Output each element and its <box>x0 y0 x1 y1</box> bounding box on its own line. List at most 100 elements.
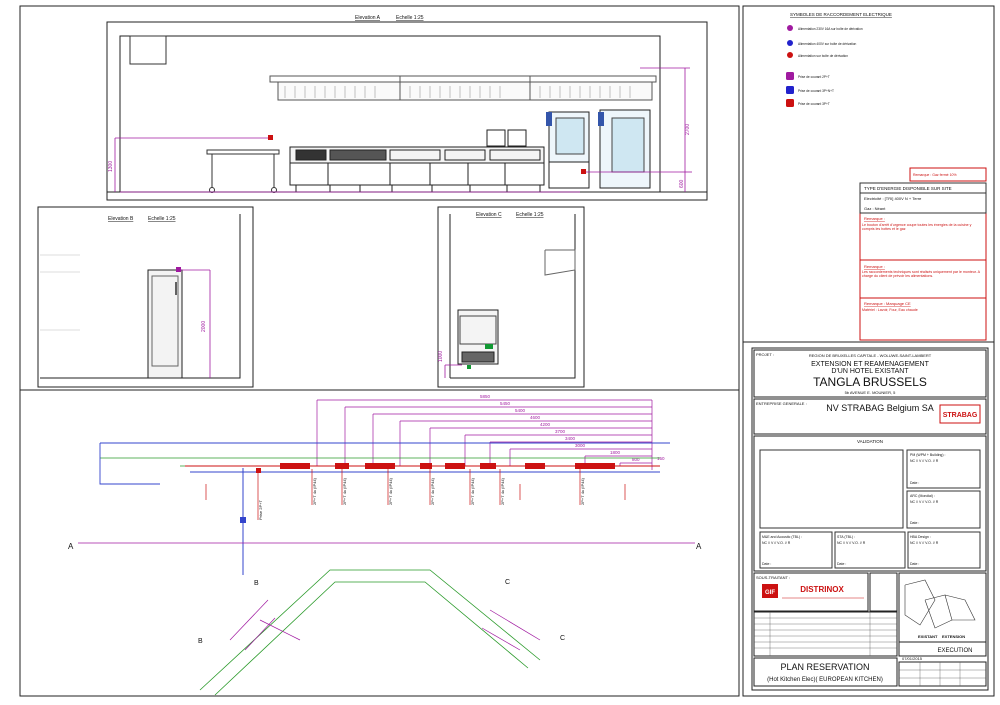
legend-item-4: Prise de courant 2P+T <box>798 75 830 79</box>
plan-outlet-label-7: 2P+T 4x (IP44) <box>500 477 505 505</box>
energy-line-1: Electricité : [TRI] 400V N + Terre <box>864 196 922 201</box>
elevation-b: Elevation B Echelle 1:25 2000 <box>37 206 254 388</box>
stamp-hba-codes: NC // V // V.O. // R <box>910 541 939 545</box>
section-b-marker-2: B <box>198 638 203 645</box>
legend-item-5: Prise de courant 3P+N+T <box>798 89 834 93</box>
strabag-logo-text: STRABAG <box>943 412 978 419</box>
stamp-pm-date: Date : <box>910 481 919 485</box>
stamp-sta-codes: NC // V // V.O. // R <box>837 541 866 545</box>
elevation-b-title: Elevation B <box>108 216 134 222</box>
legend-item-2: Alimentation 400V sur boîte de dérivatio… <box>798 42 857 46</box>
plan-dim-11: 150 <box>657 456 665 461</box>
stamp-pm-codes: NC // V // V.O. // R <box>910 459 939 463</box>
section-b-marker-1: B <box>254 580 259 587</box>
company-name: NV STRABAG Belgium SA <box>826 403 934 413</box>
elevation-c-title: Elevation C <box>476 212 502 218</box>
document-date: 07/01/2015 <box>902 656 923 661</box>
plan-outlet-label-4: 2P+T 4x (IP44) <box>388 477 393 505</box>
legend-item-6: Prise de courant 3P+T <box>798 102 830 106</box>
distrinox-logo: DISTRINOX <box>800 585 844 594</box>
stamp-hba-date: Date : <box>910 562 919 566</box>
plan-outlet-label-8: 2P+T 4x (IP44) <box>580 477 585 505</box>
elevation-c-dim: 1000 <box>438 351 444 362</box>
drawing-sheet: Elevation A Echelle 1:25 1300 2700 600 E… <box>19 5 995 697</box>
stamp-me-date: Date : <box>762 562 771 566</box>
elevation-b-dim: 2000 <box>201 321 207 332</box>
stamp-sta-date: Date : <box>837 562 846 566</box>
stamp-pm: PM (WPM + Building) : <box>910 453 946 457</box>
legend-item-3: Alimentation sur boîte de dérivation <box>798 54 848 58</box>
project-line-1: EXTENSION ET REAMENAGEMENT <box>811 361 929 368</box>
plan-title: PLAN RESERVATION <box>780 662 869 672</box>
section-a-left: A <box>68 542 74 551</box>
legend-item-1: Alimentation 230V 16A sur boîte de dériv… <box>798 27 863 31</box>
key-plan-existant: EXISTANT <box>918 634 938 639</box>
stamp-arc-codes: NC // V // V.O. // R <box>910 500 939 504</box>
plan-dim-8: 3000 <box>575 443 586 448</box>
plan-dim-9: 1800 <box>610 450 621 455</box>
validation-title: VALIDATION <box>857 439 883 444</box>
remark-1-title: Remarque : <box>864 216 885 221</box>
subcontractor-label: SOUS-TRAITANT : <box>756 575 790 580</box>
stamp-sta: STA (TBL) : <box>837 535 855 539</box>
plan-subtitle: (Hot Kitchen Elec)( EUROPEAN KITCHEN) <box>767 677 883 683</box>
plan-dim-5: 4200 <box>540 422 551 427</box>
remark-2-title: Remarque : <box>864 264 885 269</box>
elevation-a-dim-600: 600 <box>679 179 685 188</box>
section-c-marker-1: C <box>505 579 510 586</box>
remark-3-title: Remarque : Marquage CE <box>864 301 911 306</box>
plan-view: 5850 5450 5400 4600 4200 3700 3400 3000 … <box>68 394 702 696</box>
socket-red-icon <box>786 99 794 107</box>
plan-dim-4: 4600 <box>530 415 541 420</box>
gif-logo-text: GIF <box>765 590 775 596</box>
elevation-a-title: Elevation A <box>355 15 381 21</box>
electrical-legend: SYMBOLES DE RACCORDEMENT ELECTRIQUE Alim… <box>786 12 892 107</box>
stamp-me: M&E and Acoustic (TBL) : <box>762 535 802 539</box>
project-line-2: D'UN HOTEL EXISTANT <box>831 368 909 375</box>
energy-notes: Remarque : Gaz fermé 10% TYPE D'ENERGIE … <box>859 167 987 341</box>
elevation-c-scale: Echelle 1:25 <box>516 212 544 218</box>
phase: EXECUTION <box>937 648 972 654</box>
energy-header: TYPE D'ENERGIE DISPONIBLE SUR SITE <box>864 186 952 191</box>
energy-line-2: Gaz : Néant <box>864 206 886 211</box>
elevation-b-scale: Echelle 1:25 <box>148 216 176 222</box>
stamp-arc: ARC (Mondial) : <box>910 494 935 498</box>
project-address: 5b AVENUE E. MOUNIER, 5 <box>845 390 897 395</box>
project-region: REGION DE BRUXELLES CAPITALE - WOLUWE-SA… <box>809 353 932 358</box>
remark-2-text: Les raccordements techniques sont réalis… <box>862 270 980 279</box>
stamp-arc-date: Date : <box>910 521 919 525</box>
section-c-marker-2: C <box>560 635 565 642</box>
plan-dim-6: 3700 <box>555 429 566 434</box>
elevation-a: Elevation A Echelle 1:25 1300 2700 600 <box>106 15 708 201</box>
title-block: PROJET : REGION DE BRUXELLES CAPITALE - … <box>751 347 989 691</box>
entreprise-label: ENTREPRISE GENERALE : <box>756 401 807 406</box>
projet-label: PROJET : <box>756 352 774 357</box>
plan-outlet-label-5: 2P+T 4x (IP44) <box>430 477 435 505</box>
stamp-hba: HBA Design : <box>910 535 931 539</box>
section-a-right: A <box>696 542 702 551</box>
stamp-me-codes: NC // V // V.O. // R <box>762 541 791 545</box>
remark-1-text: Le bouton d'arrêt d'urgence coupe toutes… <box>862 223 972 232</box>
socket-magenta-icon <box>786 72 794 80</box>
plan-outlet-label-6: 2P+T 4x (IP44) <box>470 477 475 505</box>
plan-outlet-label-2: 2P+T 4x (IP44) <box>312 477 317 505</box>
plan-dim-3: 5400 <box>515 408 526 413</box>
plan-dim-2: 5450 <box>500 401 511 406</box>
legend-title: SYMBOLES DE RACCORDEMENT ELECTRIQUE <box>790 12 892 17</box>
key-plan-extension: EXTENSION <box>942 634 965 639</box>
elevation-c: Elevation C Echelle 1:25 1000 <box>437 206 585 388</box>
hotel-name: TANGLA BRUSSELS <box>813 375 927 389</box>
plan-outlet-label-1: Prise 2P+T <box>258 500 263 520</box>
socket-blue-icon <box>786 86 794 94</box>
elevation-a-scale: Echelle 1:25 <box>396 15 424 21</box>
junction-icon <box>787 52 793 58</box>
plan-dim-7: 3400 <box>565 436 576 441</box>
energy-remark-top: Remarque : Gaz fermé 10% <box>913 173 957 177</box>
plan-dim-1: 5850 <box>480 394 491 399</box>
power-point-icon <box>787 25 793 31</box>
plan-outlet-label-3: 2P+T 4x (IP44) <box>342 477 347 505</box>
elevation-a-dim-1300: 1300 <box>108 161 114 172</box>
elevation-a-dim-2700: 2700 <box>685 124 691 135</box>
remark-3-text: Matériel : Lavoir, Four, Eau chaude <box>862 308 918 312</box>
three-phase-icon <box>787 40 793 46</box>
